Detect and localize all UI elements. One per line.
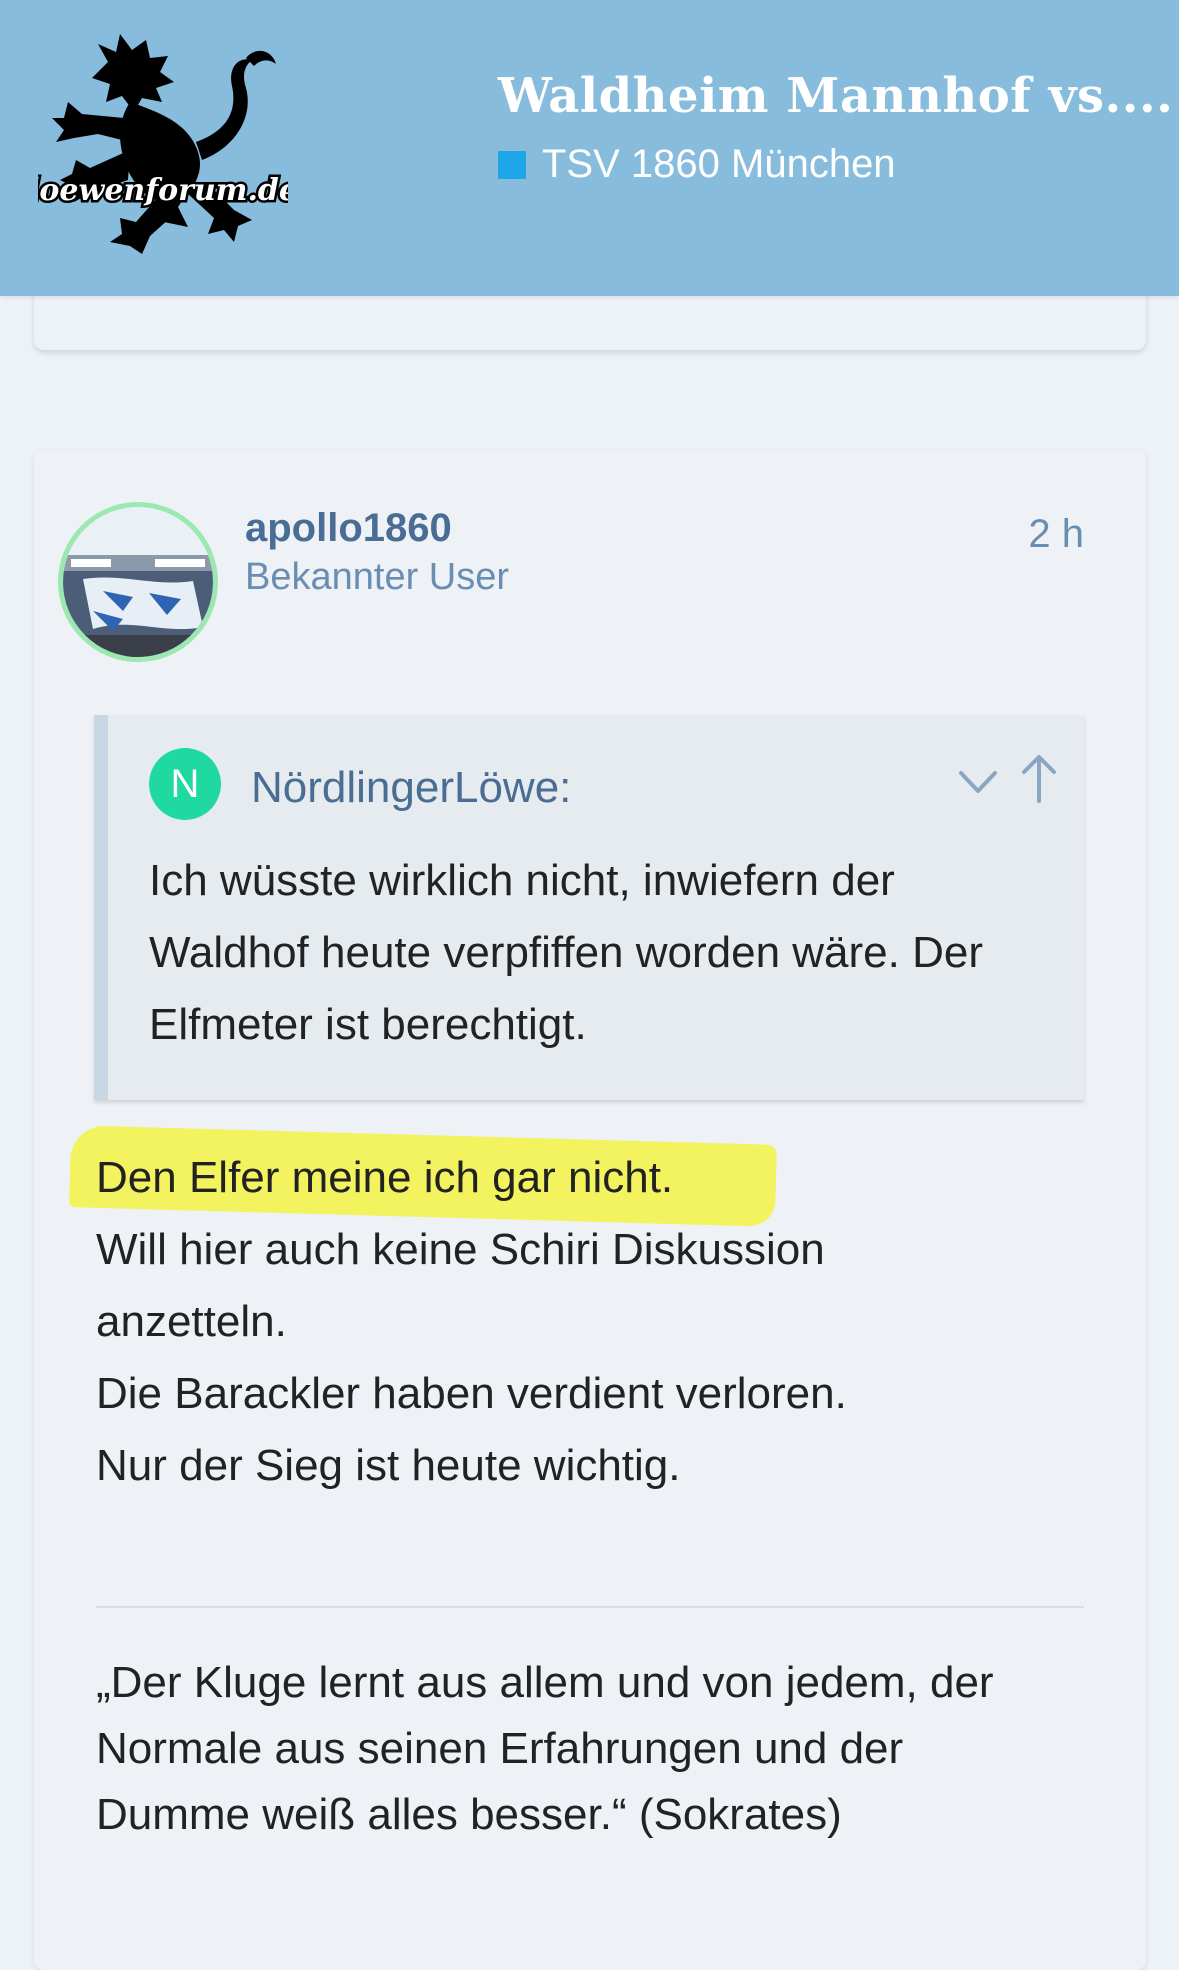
body-line: Den Elfer meine ich gar nicht. (96, 1153, 674, 1202)
post-timestamp[interactable]: 2 h (1028, 512, 1084, 557)
quote-line: Ich wüsste wirklich nicht, inwiefern der (149, 856, 895, 905)
quote-block: N NördlingerLöwe: Ich wüsste wirklich ni… (94, 715, 1084, 1100)
post-username[interactable]: apollo1860 (245, 506, 452, 551)
category-color-square (498, 150, 526, 179)
category-label: TSV 1860 München (542, 142, 896, 186)
stadium-crowd-avatar-icon (63, 507, 213, 657)
body-line: Die Barackler haben verdient verloren. (96, 1369, 847, 1418)
post-body: Den Elfer meine ich gar nicht. Will hier… (96, 1142, 1096, 1502)
body-line: Will hier auch keine Schiri Diskussion (96, 1225, 825, 1274)
quote-line: Waldhof heute verpfiffen worden wäre. De… (149, 928, 984, 977)
loewenforum-logo[interactable]: loewenforum.de (26, 22, 301, 262)
body-line: anzetteln. (96, 1297, 287, 1346)
signature-divider (96, 1606, 1084, 1608)
signature-line: Dumme weiß alles besser.“ (Sokrates) (96, 1790, 842, 1839)
category-badge[interactable]: TSV 1860 München (498, 142, 896, 187)
topic-title[interactable]: Waldheim Mannhof vs.... (498, 68, 1173, 124)
quote-line: Elfmeter ist berechtigt. (149, 1000, 587, 1049)
quote-author-avatar[interactable]: N (149, 748, 221, 820)
quote-text: Ich wüsste wirklich nicht, inwiefern der… (149, 845, 1049, 1061)
body-line: Nur der Sieg ist heute wichtig. (96, 1441, 681, 1490)
chevron-down-icon[interactable] (955, 759, 1001, 805)
quote-author[interactable]: NördlingerLöwe: (251, 763, 571, 813)
forum-header: loewenforum.de Waldheim Mannhof vs.... T… (0, 0, 1179, 296)
user-title: Bekannter User (245, 556, 510, 598)
signature-line: Normale aus seinen Erfahrungen und der (96, 1724, 904, 1773)
svg-text:loewenforum.de: loewenforum.de (38, 173, 288, 208)
avatar[interactable] (58, 502, 218, 662)
arrow-up-icon[interactable] (1016, 751, 1062, 805)
post-card: apollo1860 Bekannter User 2 h N Nördling… (34, 450, 1146, 1970)
signature-line: „Der Kluge lernt aus allem und von jedem… (96, 1658, 994, 1707)
lion-logo-icon: loewenforum.de (26, 34, 301, 254)
signature: „Der Kluge lernt aus allem und von jedem… (96, 1650, 1096, 1848)
